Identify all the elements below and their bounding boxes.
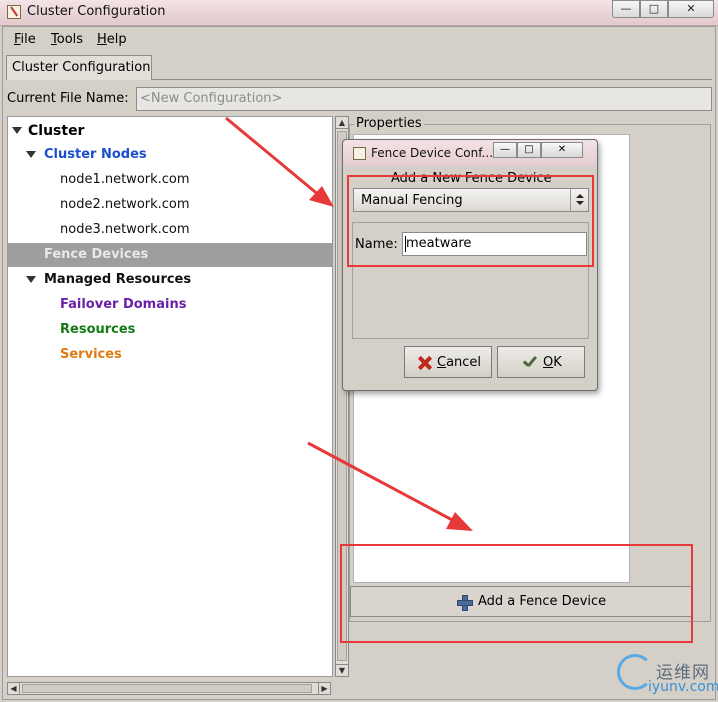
cluster-tree: Cluster Cluster Nodes node1.network.com … (7, 116, 333, 677)
properties-label: Properties (354, 116, 424, 131)
tree-item-label: Cluster Nodes (44, 147, 147, 162)
expand-triangle-icon[interactable] (26, 151, 36, 158)
scroll-right-icon[interactable]: ▶ (318, 683, 330, 694)
menu-tools-label: ools (56, 32, 84, 47)
tab-cluster-configuration[interactable]: Cluster Configuration (6, 55, 152, 80)
menu-file[interactable]: File (14, 32, 36, 47)
menu-help-mnemonic: H (97, 32, 107, 47)
tab-divider (152, 79, 712, 80)
current-file-label: Current File Name: (7, 91, 129, 106)
expand-triangle-icon[interactable] (26, 276, 36, 283)
tree-item-managed-resources[interactable]: Managed Resources (8, 268, 332, 292)
cancel-button[interactable]: Cancel (404, 346, 492, 378)
tree-item-label: Managed Resources (44, 272, 192, 287)
ok-label: OK (543, 355, 562, 370)
menu-help[interactable]: Help (97, 32, 127, 47)
close-button[interactable]: ✕ (668, 0, 714, 18)
tree-item-cluster[interactable]: Cluster (8, 119, 332, 143)
maximize-button[interactable]: □ (640, 0, 668, 18)
watermark-text-en: iyunv.com (648, 679, 718, 695)
current-file-field[interactable]: <New Configuration> (136, 87, 712, 111)
menubar: File Tools Help (6, 28, 711, 50)
menu-tools[interactable]: Tools (51, 32, 83, 47)
annotation-box-dialog (347, 175, 594, 267)
tree-horizontal-scrollbar[interactable]: ◀ ▶ (7, 682, 331, 695)
cancel-mnemonic: C (437, 355, 447, 370)
app-icon (7, 5, 21, 19)
menu-help-label: elp (106, 32, 127, 47)
tree-item-label: Services (60, 347, 122, 362)
tree-item-label: node2.network.com (60, 197, 190, 212)
scroll-thumb[interactable] (22, 684, 312, 693)
tree-item-label: Cluster (28, 123, 85, 139)
tree-item-label: node3.network.com (60, 222, 190, 237)
tree-item-label: Resources (60, 322, 136, 337)
cancel-label-rest: ancel (446, 355, 482, 370)
ok-button[interactable]: OK (497, 346, 585, 378)
tree-item-label: Failover Domains (60, 297, 187, 312)
cancel-label: Cancel (437, 355, 481, 370)
dialog-title: Fence Device Conf... (371, 146, 494, 160)
minimize-button[interactable]: — (612, 0, 640, 18)
menu-file-label: ile (20, 32, 36, 47)
expand-triangle-icon[interactable] (12, 127, 22, 134)
dialog-maximize-button[interactable]: □ (517, 142, 541, 158)
tree-item-fence-devices[interactable]: Fence Devices (8, 243, 332, 267)
dialog-app-icon (353, 147, 366, 160)
tree-item-resources[interactable]: Resources (8, 318, 332, 342)
tree-item-node[interactable]: node2.network.com (8, 193, 332, 217)
tree-item-label: Fence Devices (44, 247, 149, 262)
ok-mnemonic: O (543, 355, 554, 370)
ok-label-rest: K (553, 355, 562, 370)
tree-item-cluster-nodes[interactable]: Cluster Nodes (8, 143, 332, 167)
tree-item-services[interactable]: Services (8, 343, 332, 367)
tree-item-failover-domains[interactable]: Failover Domains (8, 293, 332, 317)
dialog-close-button[interactable]: ✕ (541, 142, 583, 158)
tree-item-label: node1.network.com (60, 172, 190, 187)
tree-item-node[interactable]: node3.network.com (8, 218, 332, 242)
scroll-down-icon[interactable]: ▼ (336, 664, 348, 676)
tree-item-node[interactable]: node1.network.com (8, 168, 332, 192)
scroll-up-icon[interactable]: ▲ (336, 117, 348, 129)
scroll-left-icon[interactable]: ◀ (8, 683, 20, 694)
window-title: Cluster Configuration (27, 4, 166, 19)
cancel-x-icon (418, 356, 432, 370)
ok-check-icon (522, 356, 540, 370)
annotation-box-add-button (340, 544, 693, 643)
dialog-minimize-button[interactable]: — (493, 142, 517, 158)
